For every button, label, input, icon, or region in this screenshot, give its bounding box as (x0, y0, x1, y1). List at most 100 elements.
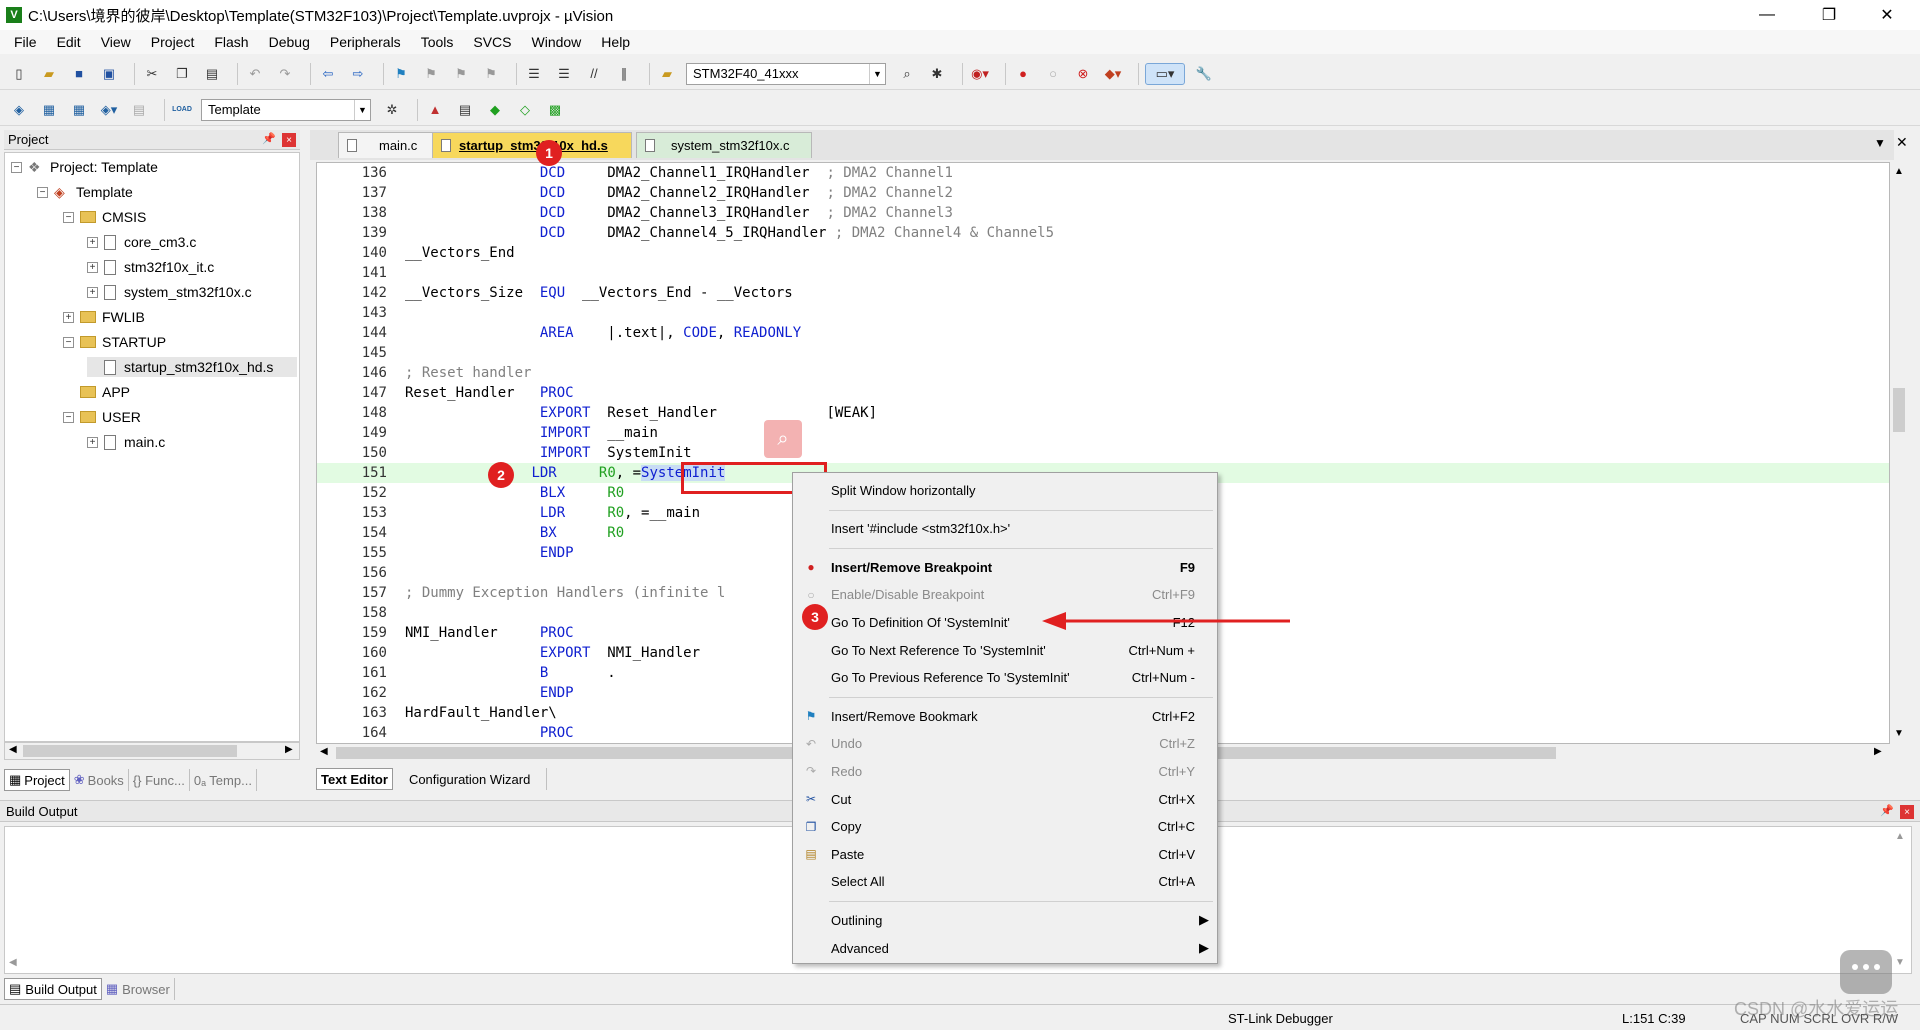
tab-text-editor[interactable]: Text Editor (316, 768, 393, 790)
tree-item-user[interactable]: − USER (63, 407, 141, 427)
pin-icon[interactable]: 📌 (1880, 804, 1894, 817)
context-menu-item[interactable]: ● Insert/Remove Breakpoint F9 (793, 554, 1217, 580)
redo-icon[interactable]: ↷ (274, 63, 296, 85)
code-line[interactable]: 150 IMPORT SystemInit (317, 443, 1889, 463)
open-folder-icon[interactable]: ▰ (38, 63, 60, 85)
scroll-up-icon[interactable]: ▲ (1894, 166, 1904, 177)
load-icon[interactable]: LOAD (171, 99, 193, 121)
scroll-thumb[interactable] (23, 745, 237, 757)
code-line[interactable]: 142 __Vectors_Size EQU __Vectors_End - __… (317, 283, 1889, 303)
search-icon[interactable]: ⌕ (764, 420, 802, 458)
tab-books[interactable]: ❀ Books (70, 769, 129, 791)
save-all-icon[interactable]: ▣ (98, 63, 120, 85)
target-options-icon[interactable]: ✲ (381, 99, 403, 121)
collapse-icon[interactable]: − (63, 211, 74, 223)
tab-list-chevron-icon[interactable]: ▼ (1874, 136, 1886, 150)
save-icon[interactable]: ■ (68, 63, 90, 85)
code-line[interactable]: 144 AREA |.text|, CODE, READONLY (317, 323, 1889, 343)
chevron-down-icon[interactable]: ▼ (354, 99, 370, 120)
expand-icon[interactable]: + (87, 236, 98, 248)
code-line[interactable]: 147 Reset_Handler PROC (317, 383, 1889, 403)
code-line[interactable]: 143 (317, 303, 1889, 323)
undo-icon[interactable]: ↶ (244, 63, 266, 85)
tree-item-file-selected[interactable]: startup_stm32f10x_hd.s (87, 357, 297, 377)
tree-item-file[interactable]: + system_stm32f10x.c (87, 282, 252, 302)
code-line[interactable]: 149 IMPORT __main (317, 423, 1889, 443)
context-menu-item[interactable]: ✂ Cut Ctrl+X (793, 786, 1217, 812)
configure-icon[interactable]: 🔧 (1193, 63, 1215, 85)
code-line[interactable]: 136 DCD DMA2_Channel1_IRQHandler ; DMA2 … (317, 163, 1889, 183)
close-icon[interactable]: × (282, 133, 296, 147)
context-menu-item[interactable]: ↶ Undo Ctrl+Z (793, 731, 1217, 757)
context-menu-item[interactable]: ▤ Paste Ctrl+V (793, 841, 1217, 867)
tree-item-file[interactable]: + stm32f10x_it.c (87, 257, 214, 277)
copy-icon[interactable]: ❐ (171, 63, 193, 85)
tab-startup-s[interactable]: startup_stm32f10x_hd.s (432, 132, 632, 158)
find-in-files-icon[interactable]: ▰ (656, 63, 678, 85)
stop-build-icon[interactable]: ▤ (128, 99, 150, 121)
menu-project[interactable]: Project (141, 34, 205, 50)
build-icon[interactable]: ▦ (38, 99, 60, 121)
close-button[interactable]: ✕ (1864, 0, 1910, 30)
expand-icon[interactable]: + (87, 286, 98, 298)
context-menu-item[interactable]: Insert '#include <stm32f10x.h>' (793, 516, 1217, 542)
expand-icon[interactable]: + (87, 436, 98, 448)
cut-icon[interactable]: ✂ (141, 63, 163, 85)
expand-icon[interactable]: + (87, 261, 98, 273)
code-line[interactable]: 140 __Vectors_End (317, 243, 1889, 263)
collapse-icon[interactable]: − (37, 186, 48, 198)
breakpoint-icon[interactable]: ● (1012, 63, 1034, 85)
pin-icon[interactable]: 📌 (262, 132, 276, 145)
manage-rte-icon[interactable]: ◆ (484, 99, 506, 121)
code-line[interactable]: 148 EXPORT Reset_Handler [WEAK] (317, 403, 1889, 423)
context-menu-item[interactable]: Go To Previous Reference To 'SystemInit'… (793, 665, 1217, 691)
minimize-button[interactable]: — (1744, 0, 1790, 30)
project-h-scrollbar[interactable]: ◀ ▶ (4, 742, 300, 760)
uncomment-icon[interactable]: ∥ (613, 63, 635, 85)
bookmark-icon[interactable]: ⚑ (390, 63, 412, 85)
scroll-left-icon[interactable]: ◀ (320, 746, 328, 757)
tree-item-app[interactable]: APP (63, 382, 130, 402)
tab-configuration-wizard[interactable]: Configuration Wizard (393, 768, 548, 790)
code-line[interactable]: 139 DCD DMA2_Channel4_5_IRQHandler ; DMA… (317, 223, 1889, 243)
scroll-left-icon[interactable]: ◀ (9, 744, 17, 755)
menu-file[interactable]: File (4, 34, 47, 50)
menu-peripherals[interactable]: Peripherals (320, 34, 411, 50)
close-editor-icon[interactable]: ✕ (1896, 134, 1908, 151)
tree-item-cmsis[interactable]: − CMSIS (63, 207, 146, 227)
indent-icon[interactable]: ☰ (523, 63, 545, 85)
window-layout-icon[interactable]: ▭▾ (1145, 62, 1185, 85)
paste-icon[interactable]: ▤ (201, 63, 223, 85)
code-line[interactable]: 145 (317, 343, 1889, 363)
menu-tools[interactable]: Tools (411, 34, 464, 50)
tab-browser[interactable]: ▦ Browser (102, 978, 175, 1000)
tree-item-fwlib[interactable]: + FWLIB (63, 307, 145, 327)
disable-all-breakpoints-icon[interactable]: ◆▾ (1102, 63, 1124, 85)
find-icon[interactable]: ⌕ (896, 63, 918, 85)
tab-system-c[interactable]: system_stm32f10x.c (636, 132, 812, 158)
comment-icon[interactable]: // (583, 63, 605, 85)
scroll-thumb[interactable] (1893, 388, 1905, 432)
chevron-down-icon[interactable]: ▼ (869, 63, 885, 84)
incremental-find-icon[interactable]: ✱ (926, 63, 948, 85)
context-menu-item[interactable]: ❐ Copy Ctrl+C (793, 814, 1217, 840)
rebuild-icon[interactable]: ▦ (68, 99, 90, 121)
context-menu-item[interactable]: ○ Enable/Disable Breakpoint Ctrl+F9 (793, 582, 1217, 608)
tab-templates[interactable]: 0ₐ Temp... (190, 769, 257, 791)
kill-breakpoints-icon[interactable]: ⊗ (1072, 63, 1094, 85)
menu-edit[interactable]: Edit (47, 34, 91, 50)
tree-item-target[interactable]: − ◈ Template (37, 182, 133, 202)
menu-debug[interactable]: Debug (259, 34, 320, 50)
context-menu-item[interactable]: Advanced ▶ (793, 935, 1217, 961)
debug-session-icon[interactable]: ◉▾ (969, 63, 991, 85)
navigate-forward-icon[interactable]: ⇨ (347, 63, 369, 85)
menu-view[interactable]: View (91, 34, 141, 50)
menu-flash[interactable]: Flash (204, 34, 258, 50)
menu-window[interactable]: Window (522, 34, 592, 50)
tree-item-file[interactable]: + core_cm3.c (87, 232, 196, 252)
collapse-icon[interactable]: − (63, 411, 74, 423)
event-recorder-icon[interactable]: ▩ (544, 99, 566, 121)
expand-icon[interactable]: + (63, 311, 74, 323)
tab-functions[interactable]: {} Func... (129, 769, 190, 791)
batch-build-icon[interactable]: ◈▾ (98, 99, 120, 121)
